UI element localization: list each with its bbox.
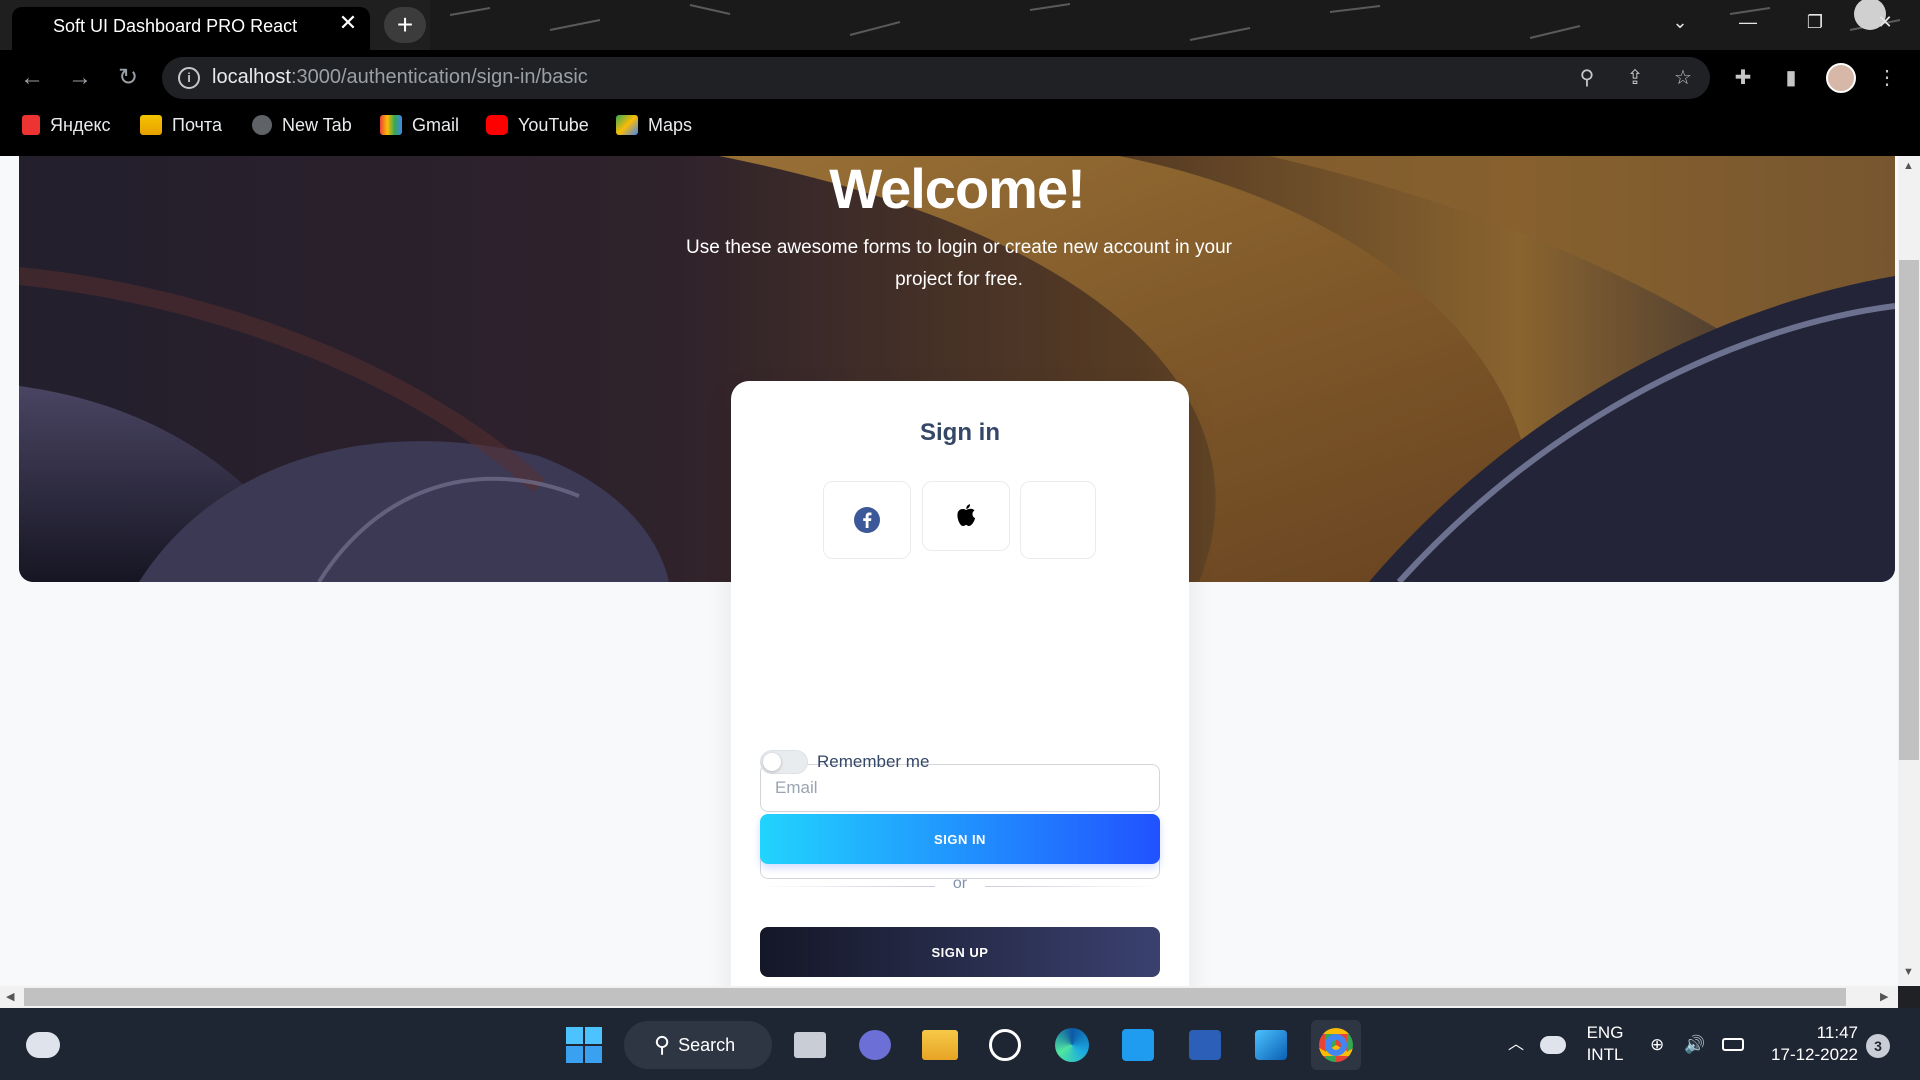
- reload-icon[interactable]: ↻: [112, 62, 144, 94]
- site-info-icon[interactable]: i: [178, 67, 200, 89]
- apple-button[interactable]: [922, 481, 1010, 551]
- zoom-icon[interactable]: ⚲: [1573, 64, 1601, 92]
- scroll-right-arrow-icon[interactable]: ▶: [1880, 990, 1888, 1003]
- photos-button[interactable]: [1246, 1020, 1296, 1070]
- sign-in-card: Sign in Remember me SIGN IN or SIGN UP: [731, 381, 1189, 986]
- search-icon: ⚲: [654, 1032, 671, 1057]
- gmail-icon: [380, 115, 402, 135]
- menu-icon[interactable]: ⋮: [1873, 64, 1901, 92]
- sign-in-button[interactable]: SIGN IN: [760, 814, 1160, 864]
- extensions-icon[interactable]: ✚: [1729, 64, 1757, 92]
- tab-close-icon[interactable]: ✕: [336, 11, 360, 35]
- youtube-icon: [486, 115, 508, 135]
- vscode-icon: [1122, 1029, 1154, 1061]
- weather-icon[interactable]: [26, 1032, 60, 1058]
- bookmark-new-tab[interactable]: New Tab: [252, 113, 352, 137]
- card-title: Sign in: [920, 419, 1000, 446]
- photos-icon: [1255, 1030, 1287, 1060]
- file-explorer-button[interactable]: [915, 1020, 965, 1070]
- language-indicator[interactable]: ENG INTL: [1580, 1022, 1630, 1066]
- onedrive-icon[interactable]: [1540, 1036, 1566, 1054]
- back-icon[interactable]: ←: [16, 62, 48, 94]
- profile-avatar[interactable]: [1826, 63, 1856, 93]
- side-panel-icon[interactable]: ▮: [1777, 64, 1805, 92]
- bookmark-pochta[interactable]: Почта: [140, 113, 222, 137]
- browser-tab-strip: Soft UI Dashboard PRO React ✕ + ⌄ — ❐ ✕: [0, 0, 1920, 50]
- globe-icon: [252, 115, 272, 135]
- page-viewport: Welcome! Use these awesome forms to logi…: [0, 156, 1898, 986]
- tab-search-chevron-icon[interactable]: ⌄: [1660, 8, 1700, 36]
- toggle-knob: [763, 753, 781, 771]
- maps-icon: [616, 115, 638, 135]
- chat-icon: [859, 1030, 891, 1060]
- edge-button[interactable]: [1047, 1020, 1097, 1070]
- page-subtitle: Use these awesome forms to login or crea…: [686, 237, 1232, 290]
- share-icon[interactable]: ⇪: [1621, 64, 1649, 92]
- start-button[interactable]: [559, 1020, 609, 1070]
- bookmark-maps[interactable]: Maps: [616, 113, 692, 137]
- windows-icon: [566, 1027, 602, 1063]
- bookmark-youtube[interactable]: YouTube: [486, 113, 589, 137]
- scroll-down-arrow-icon[interactable]: ▼: [1903, 966, 1914, 978]
- word-icon: [1189, 1030, 1221, 1060]
- taskbar-search[interactable]: ⚲ Search: [624, 1021, 772, 1069]
- close-window-icon[interactable]: ✕: [1865, 8, 1905, 36]
- divider-right: [985, 886, 1160, 887]
- volume-icon[interactable]: 🔊: [1684, 1034, 1705, 1056]
- chrome-icon: [1319, 1028, 1353, 1062]
- task-view-button[interactable]: [785, 1020, 835, 1070]
- vertical-scroll-thumb[interactable]: [1899, 260, 1919, 760]
- page-title: Welcome!: [829, 157, 1085, 220]
- url-text[interactable]: localhost:3000/authentication/sign-in/ba…: [212, 66, 588, 89]
- or-separator: or: [952, 875, 968, 892]
- sign-up-button[interactable]: SIGN UP: [760, 927, 1160, 977]
- battery-icon[interactable]: [1722, 1038, 1744, 1051]
- bookmark-star-icon[interactable]: ☆: [1669, 64, 1697, 92]
- facebook-button[interactable]: [823, 481, 911, 559]
- teams-chat-button[interactable]: [850, 1020, 900, 1070]
- dell-button[interactable]: [980, 1020, 1030, 1070]
- minimize-icon[interactable]: —: [1728, 8, 1768, 36]
- mail-icon: [140, 115, 162, 135]
- bookmark-yandex[interactable]: Яндекс: [22, 113, 111, 137]
- forward-icon[interactable]: →: [64, 62, 96, 94]
- bookmark-gmail[interactable]: Gmail: [380, 113, 459, 137]
- dell-icon: [989, 1029, 1021, 1061]
- word-button[interactable]: [1180, 1020, 1230, 1070]
- remember-me-toggle[interactable]: [760, 750, 808, 774]
- clock[interactable]: 11:47 17-12-2022: [1762, 1022, 1858, 1066]
- folder-icon: [922, 1030, 958, 1060]
- edge-icon: [1055, 1028, 1089, 1062]
- chrome-button[interactable]: [1311, 1020, 1361, 1070]
- facebook-icon: [854, 507, 880, 533]
- restore-icon[interactable]: ❐: [1795, 8, 1835, 36]
- notification-badge[interactable]: 3: [1866, 1034, 1890, 1058]
- remember-me-label: Remember me: [817, 752, 930, 771]
- task-view-icon: [794, 1032, 826, 1058]
- google-button[interactable]: [1020, 481, 1096, 559]
- vscode-button[interactable]: [1113, 1020, 1163, 1070]
- network-icon[interactable]: ⊕: [1650, 1034, 1664, 1056]
- scroll-left-arrow-icon[interactable]: ◀: [6, 990, 14, 1003]
- horizontal-scroll-thumb[interactable]: [24, 988, 1846, 1006]
- tab-title: Soft UI Dashboard PRO React: [53, 16, 298, 36]
- yandex-icon: [22, 115, 40, 135]
- scroll-up-arrow-icon[interactable]: ▲: [1903, 160, 1914, 172]
- tray-overflow-chevron-icon[interactable]: ︿: [1508, 1034, 1524, 1056]
- new-tab-button[interactable]: +: [384, 7, 426, 43]
- apple-icon: [957, 504, 975, 526]
